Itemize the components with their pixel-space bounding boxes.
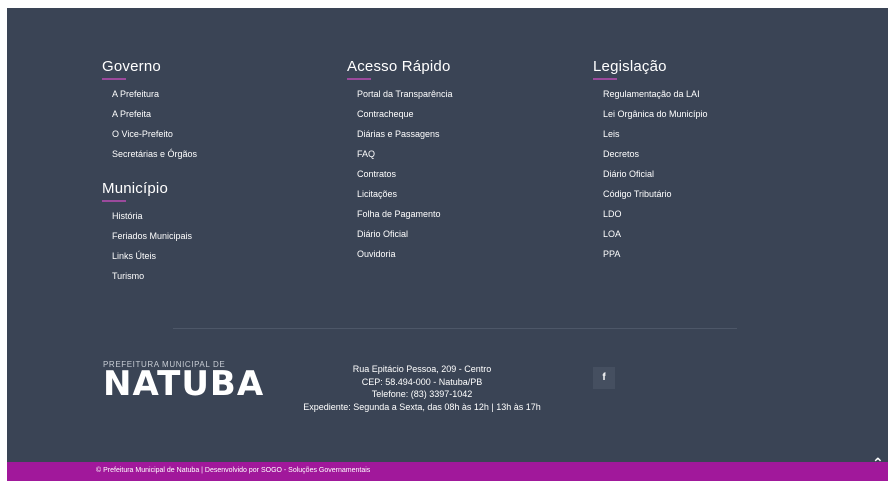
link-diarias-passagens[interactable]: Diárias e Passagens	[357, 124, 453, 144]
municipio-links: História Feriados Municipais Links Úteis…	[102, 206, 197, 286]
link-lei-organica[interactable]: Lei Orgânica do Município	[603, 104, 708, 124]
link-historia[interactable]: História	[112, 206, 197, 226]
municipio-column: Município História Feriados Municipais L…	[102, 180, 197, 286]
heading-underline	[347, 78, 371, 80]
link-contratos[interactable]: Contratos	[357, 164, 453, 184]
link-diario-oficial[interactable]: Diário Oficial	[357, 224, 453, 244]
acesso-rapido-column: Acesso Rápido Portal da Transparência Co…	[347, 58, 453, 264]
link-contracheque[interactable]: Contracheque	[357, 104, 453, 124]
link-a-prefeita[interactable]: A Prefeita	[112, 104, 197, 124]
address-block: Rua Epitácio Pessoa, 209 - Centro CEP: 5…	[287, 363, 557, 413]
site-footer: Governo A Prefeitura A Prefeita O Vice-P…	[7, 8, 888, 462]
address-hours: Expediente: Segunda a Sexta, das 08h às …	[303, 401, 541, 412]
legislacao-links: Regulamentação da LAI Lei Orgânica do Mu…	[593, 84, 708, 264]
link-faq[interactable]: FAQ	[357, 144, 453, 164]
governo-heading: Governo	[102, 58, 161, 75]
link-loa[interactable]: LOA	[603, 224, 708, 244]
link-ppa[interactable]: PPA	[603, 244, 708, 264]
link-folha-pagamento[interactable]: Folha de Pagamento	[357, 204, 453, 224]
copyright-text: © Prefeitura Municipal de Natuba | Desen…	[96, 467, 371, 474]
link-a-prefeitura[interactable]: A Prefeitura	[112, 84, 197, 104]
governo-links: A Prefeitura A Prefeita O Vice-Prefeito …	[102, 84, 197, 164]
municipio-heading: Município	[102, 180, 168, 197]
back-to-top-icon[interactable]: ⌃	[872, 455, 888, 471]
link-licitacoes[interactable]: Licitações	[357, 184, 453, 204]
logo-big-text: NATUBA	[103, 364, 265, 404]
legislacao-column: Legislação Regulamentação da LAI Lei Org…	[593, 58, 708, 264]
link-portal-transparencia[interactable]: Portal da Transparência	[357, 84, 453, 104]
facebook-icon[interactable]: f	[593, 367, 615, 389]
link-ldo[interactable]: LDO	[603, 204, 708, 224]
link-feriados[interactable]: Feriados Municipais	[112, 226, 197, 246]
governo-column: Governo A Prefeitura A Prefeita O Vice-P…	[102, 58, 197, 286]
link-vice-prefeito[interactable]: O Vice-Prefeito	[112, 124, 197, 144]
legislacao-heading: Legislação	[593, 58, 667, 75]
link-regulamentacao-lai[interactable]: Regulamentação da LAI	[603, 84, 708, 104]
link-leis[interactable]: Leis	[603, 124, 708, 144]
acesso-rapido-heading: Acesso Rápido	[347, 58, 451, 75]
heading-underline	[102, 200, 126, 202]
copyright-bar: © Prefeitura Municipal de Natuba | Desen…	[7, 462, 888, 481]
link-diario-oficial-leg[interactable]: Diário Oficial	[603, 164, 708, 184]
natuba-logo[interactable]: PREFEITURA MUNICIPAL DE NATUBA	[103, 360, 265, 404]
heading-underline	[102, 78, 126, 80]
link-ouvidoria[interactable]: Ouvidoria	[357, 244, 453, 264]
address-phone: Telefone: (83) 3397-1042	[371, 389, 473, 399]
link-links-uteis[interactable]: Links Úteis	[112, 246, 197, 266]
link-turismo[interactable]: Turismo	[112, 266, 197, 286]
link-codigo-tributario[interactable]: Código Tributário	[603, 184, 708, 204]
heading-underline	[593, 78, 617, 80]
address-cep: CEP: 58.494-000 - Natuba/PB	[361, 376, 483, 387]
address-street: Rua Epitácio Pessoa, 209 - Centro	[352, 364, 492, 374]
acesso-rapido-links: Portal da Transparência Contracheque Diá…	[347, 84, 453, 264]
link-decretos[interactable]: Decretos	[603, 144, 708, 164]
footer-divider	[173, 328, 737, 329]
link-secretarias[interactable]: Secretárias e Órgãos	[112, 144, 197, 164]
